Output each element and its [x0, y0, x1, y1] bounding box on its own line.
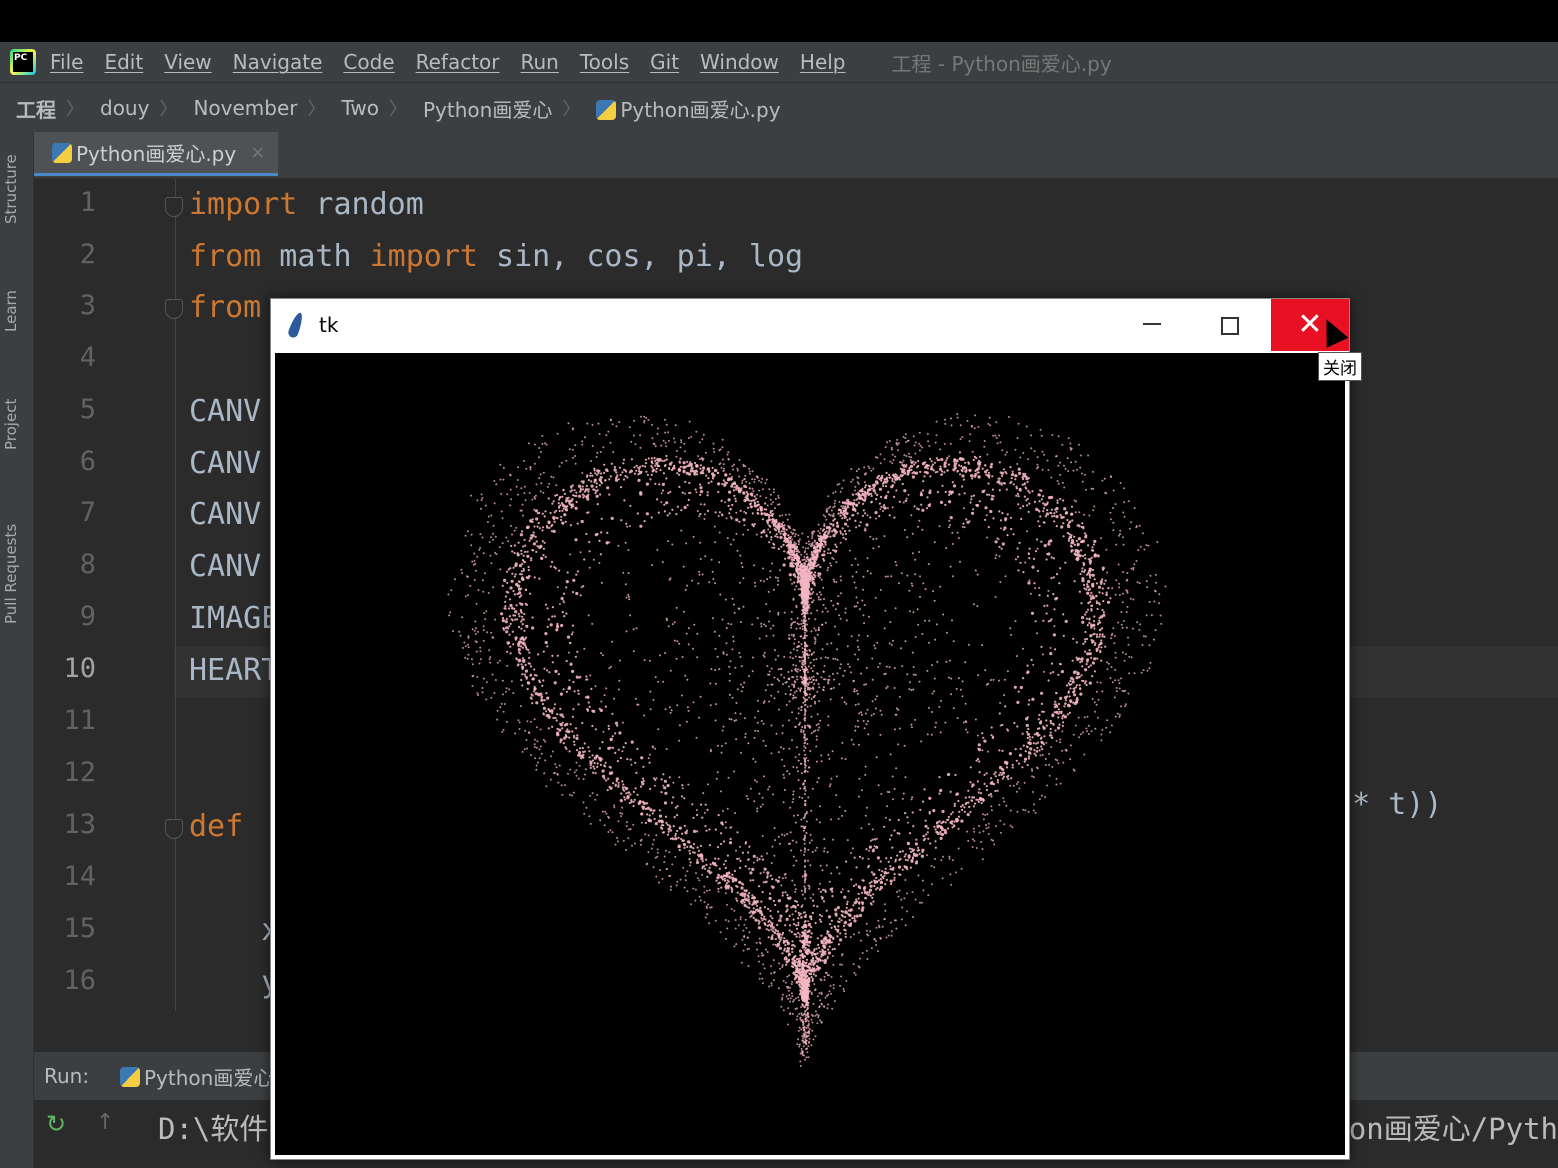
- fold-marker-icon[interactable]: [165, 197, 183, 217]
- tk-title-bar[interactable]: tk ✕: [271, 299, 1349, 351]
- line-number-current: 10: [63, 653, 96, 684]
- line-number: 3: [79, 290, 96, 321]
- run-config-label: Python画爱心: [144, 1066, 274, 1090]
- code-line-2: from math import sin, cos, pi, log: [189, 239, 804, 274]
- line-number: 13: [63, 809, 96, 840]
- tk-feather-icon: [286, 311, 306, 339]
- editor-tab-label: Python画爱心.py: [76, 142, 237, 166]
- breadcrumb-separator-icon: 〉: [307, 99, 326, 120]
- breadcrumb-separator-icon: 〉: [66, 99, 84, 120]
- run-config-tab[interactable]: Python画爱心: [120, 1062, 273, 1091]
- code-line-1: import random: [189, 187, 424, 222]
- code-line-9: IMAGE: [189, 601, 280, 636]
- breadcrumb-folder[interactable]: Python画爱心: [423, 94, 552, 123]
- left-tool-strip: Structure Learn Project Pull Requests: [0, 132, 34, 1168]
- scroll-up-icon[interactable]: ↑: [96, 1110, 114, 1135]
- python-file-icon: [596, 99, 617, 120]
- line-number: 6: [79, 446, 96, 477]
- console-output: D:\软件: [158, 1112, 269, 1146]
- line-number: 11: [63, 705, 96, 736]
- python-run-icon: [120, 1066, 140, 1087]
- code-line-3: from: [189, 290, 262, 325]
- menu-git[interactable]: Git: [650, 50, 679, 74]
- breadcrumb-douy[interactable]: douy: [100, 96, 149, 120]
- heart-particles: [447, 413, 1167, 1067]
- tool-tab-project[interactable]: Project: [2, 399, 20, 450]
- python-file-icon: [52, 142, 72, 163]
- tab-close-icon[interactable]: ×: [250, 142, 265, 163]
- line-number: 7: [79, 497, 96, 528]
- menu-bar: File Edit View Navigate Code Refactor Ru…: [0, 42, 1558, 82]
- menu-tools[interactable]: Tools: [580, 50, 629, 74]
- code-line-15: x: [189, 913, 280, 948]
- rerun-icon[interactable]: ↻: [46, 1110, 66, 1138]
- run-label: Run:: [44, 1064, 90, 1088]
- console-output-tail: on画爱心/Pyth: [1348, 1112, 1558, 1146]
- minimize-button[interactable]: [1143, 323, 1161, 325]
- line-number: 14: [63, 861, 96, 892]
- tool-tab-learn[interactable]: Learn: [2, 290, 20, 332]
- code-line-10: HEART: [189, 653, 280, 688]
- code-line-6: CANV: [189, 446, 262, 481]
- line-number: 16: [63, 965, 96, 996]
- menu-edit[interactable]: Edit: [104, 50, 143, 74]
- menu-window[interactable]: Window: [700, 50, 779, 74]
- breadcrumb-two[interactable]: Two: [342, 96, 380, 120]
- breadcrumb-file[interactable]: Python画爱心.py: [596, 94, 781, 123]
- code-line-8: CANV: [189, 549, 262, 584]
- breadcrumb-november[interactable]: November: [193, 96, 297, 120]
- line-number: 12: [63, 757, 96, 788]
- screen-top-bar: [0, 0, 1558, 42]
- menu-code[interactable]: Code: [343, 50, 394, 74]
- line-number: 2: [79, 239, 96, 270]
- line-number: 1: [79, 187, 96, 218]
- menu-run[interactable]: Run: [521, 50, 559, 74]
- menu-refactor[interactable]: Refactor: [416, 50, 500, 74]
- pycharm-logo-icon: [10, 49, 36, 75]
- breadcrumb-separator-icon: 〉: [389, 99, 407, 120]
- menu-navigate[interactable]: Navigate: [233, 50, 323, 74]
- tool-tab-structure[interactable]: Structure: [2, 154, 20, 224]
- editor-tab-bar: Python画爱心.py ×: [34, 132, 1558, 179]
- breadcrumb: 工程 〉 douy 〉 November 〉 Two 〉 Python画爱心 〉…: [0, 82, 1558, 133]
- fold-marker-icon[interactable]: [165, 299, 183, 319]
- menu-file[interactable]: File: [50, 50, 83, 74]
- line-number: 15: [63, 913, 96, 944]
- menu-help[interactable]: Help: [800, 50, 846, 74]
- line-number: 5: [79, 394, 96, 425]
- window-title: 工程 - Python画爱心.py: [891, 51, 1112, 76]
- line-number: 4: [79, 342, 96, 373]
- maximize-button[interactable]: [1221, 317, 1239, 335]
- line-number: 9: [79, 601, 96, 632]
- code-line-5: CANV: [189, 394, 262, 429]
- breadcrumb-project[interactable]: 工程: [16, 94, 56, 123]
- heart-canvas: [275, 353, 1345, 1155]
- breadcrumb-separator-icon: 〉: [159, 99, 178, 120]
- breadcrumb-file-label: Python画爱心.py: [620, 97, 781, 122]
- editor-tab-active[interactable]: Python画爱心.py ×: [34, 132, 278, 176]
- fold-marker-icon[interactable]: [165, 819, 183, 839]
- menu-view[interactable]: View: [164, 50, 211, 74]
- code-line-13: def: [189, 809, 244, 844]
- tk-window[interactable]: tk ✕: [270, 298, 1350, 1160]
- line-number-gutter: 1 2 3 4 5 6 7 8 9 10 11 12 13 14 15 16: [34, 179, 174, 1024]
- close-tooltip: 关闭: [1318, 352, 1362, 381]
- line-number: 8: [79, 549, 96, 580]
- tk-window-title: tk: [319, 313, 339, 337]
- code-line-7: CANV: [189, 497, 262, 532]
- code-line-16: y: [189, 965, 280, 1000]
- breadcrumb-separator-icon: 〉: [562, 99, 581, 120]
- tool-tab-pull-requests[interactable]: Pull Requests: [2, 524, 20, 624]
